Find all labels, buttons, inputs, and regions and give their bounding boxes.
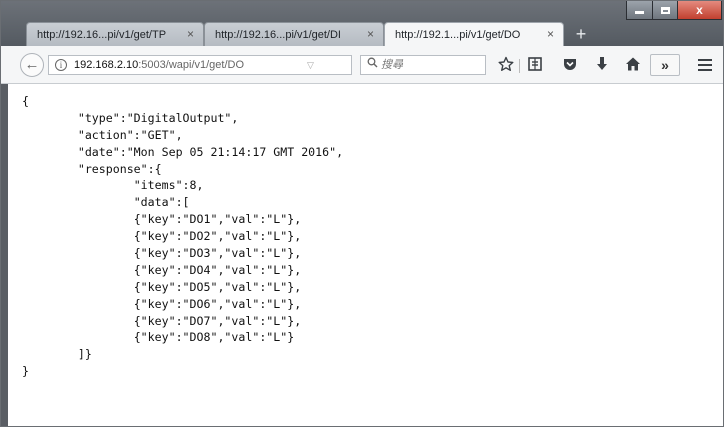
json-line: "date":"Mon Sep 05 21:14:17 GMT 2016", (22, 144, 344, 159)
json-line: {"key":"DO6","val":"L"}, (22, 296, 302, 311)
close-tab-icon[interactable]: × (187, 27, 194, 41)
tab-label: http://192.1...pi/v1/get/DO (395, 28, 521, 41)
page-content: { "type":"DigitalOutput", "action":"GET"… (8, 84, 724, 427)
search-icon (367, 56, 378, 74)
tab-di[interactable]: http://192.16...pi/v1/get/DI × (204, 22, 384, 46)
tab-tp[interactable]: http://192.16...pi/v1/get/TP × (26, 22, 204, 46)
back-arrow-icon[interactable]: ← (20, 53, 44, 77)
search-input[interactable]: 搜尋 (360, 55, 486, 75)
json-line: {"key":"DO7","val":"L"}, (22, 313, 302, 328)
close-tab-icon[interactable]: × (547, 27, 554, 41)
close-window-button[interactable]: x (677, 0, 722, 20)
home-icon[interactable] (624, 56, 642, 74)
info-icon[interactable]: i (55, 59, 67, 71)
json-line: "data":[ (22, 195, 190, 210)
json-line: ]} (22, 347, 92, 362)
tab-label: http://192.16...pi/v1/get/DI (215, 28, 341, 41)
json-line: } (22, 364, 29, 379)
tab-strip: http://192.16...pi/v1/get/TP × http://19… (0, 0, 724, 46)
toolbar-separator (519, 59, 520, 73)
url-bar[interactable]: i 192.168.2.10:5003/wapi/v1/get/DO ▽ C (48, 55, 393, 75)
json-line: "type":"DigitalOutput", (22, 110, 239, 125)
reading-list-icon[interactable] (526, 56, 544, 74)
maximize-button[interactable] (652, 0, 678, 20)
json-line: "items":8, (22, 178, 204, 193)
navigation-toolbar: ← i 192.168.2.10:5003/wapi/v1/get/DO ▽ C… (0, 46, 724, 84)
minimize-icon (635, 11, 644, 14)
json-line: {"key":"DO4","val":"L"}, (22, 262, 302, 277)
tab-do[interactable]: http://192.1...pi/v1/get/DO × (384, 22, 564, 46)
star-icon[interactable] (497, 56, 515, 74)
json-line: { (22, 94, 29, 108)
maximize-icon (660, 7, 670, 14)
minimize-button[interactable] (626, 0, 653, 20)
json-response: { "type":"DigitalOutput", "action":"GET"… (8, 84, 724, 380)
close-tab-icon[interactable]: × (367, 27, 374, 41)
search-placeholder: 搜尋 (381, 59, 403, 71)
json-line: {"key":"DO5","val":"L"}, (22, 279, 302, 294)
download-icon[interactable] (593, 56, 611, 74)
url-path: :5003/wapi/v1/get/DO (138, 59, 245, 71)
pocket-icon[interactable] (561, 56, 579, 74)
json-line: "action":"GET", (22, 127, 183, 142)
json-line: {"key":"DO8","val":"L"} (22, 330, 295, 345)
json-line: {"key":"DO1","val":"L"}, (22, 212, 302, 227)
tab-label: http://192.16...pi/v1/get/TP (37, 28, 167, 41)
json-line: {"key":"DO2","val":"L"}, (22, 229, 302, 244)
browser-window: http://192.16...pi/v1/get/TP × http://19… (0, 0, 724, 427)
url-history-dropdown-icon[interactable]: ▽ (307, 56, 314, 74)
json-line: {"key":"DO3","val":"L"}, (22, 246, 302, 261)
url-text: 192.168.2.10:5003/wapi/v1/get/DO (74, 56, 244, 74)
window-left-edge (0, 84, 8, 427)
new-tab-button[interactable]: + (570, 24, 592, 44)
overflow-menu-button[interactable]: » (650, 54, 680, 76)
hamburger-menu-icon[interactable] (696, 56, 714, 74)
json-line: "response":{ (22, 161, 162, 176)
url-host: 192.168.2.10 (74, 59, 139, 71)
